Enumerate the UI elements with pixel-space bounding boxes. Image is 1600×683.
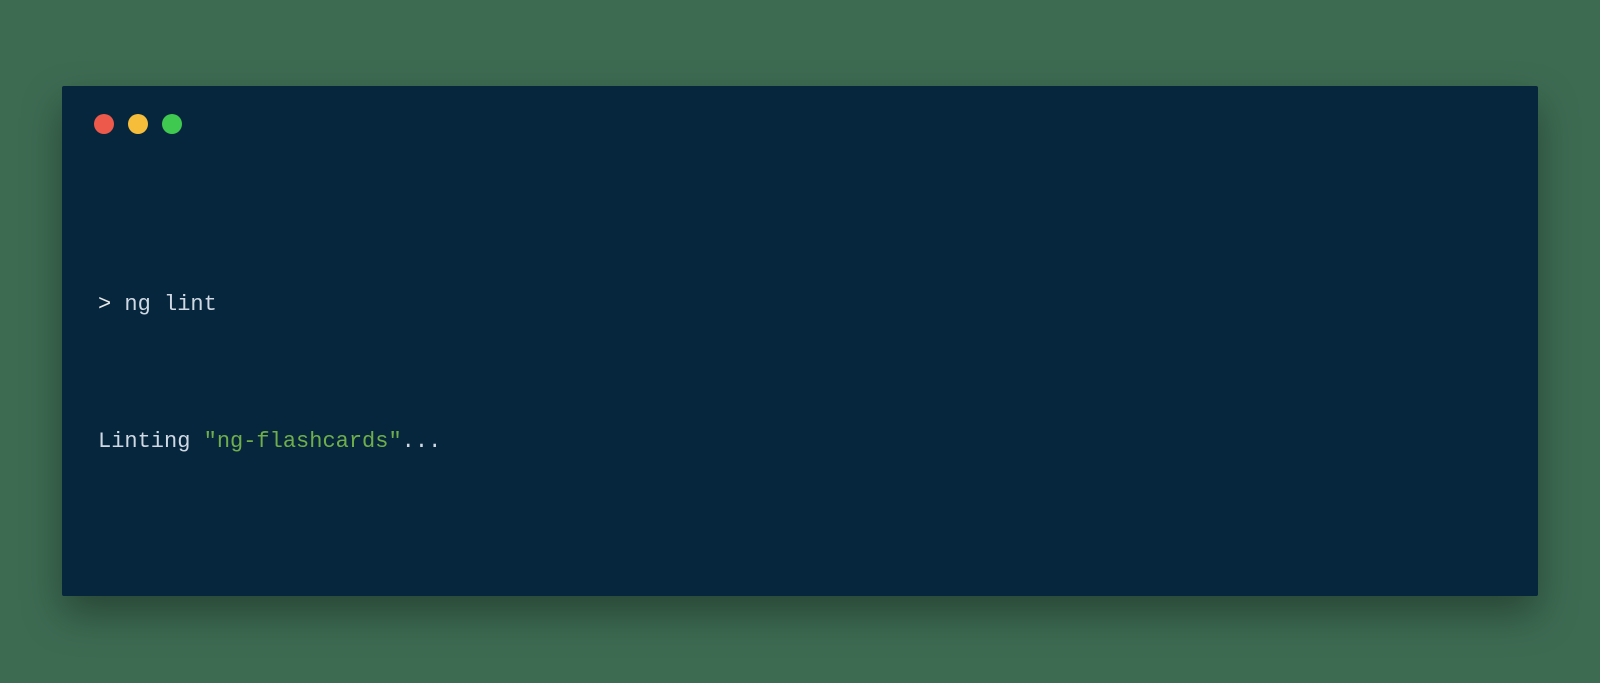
zoom-icon[interactable] bbox=[162, 114, 182, 134]
terminal-window: > ng lint Linting "ng-flashcards"... ERR… bbox=[62, 86, 1538, 596]
word-linting: Linting bbox=[98, 429, 204, 454]
terminal-output: > ng lint Linting "ng-flashcards"... ERR… bbox=[98, 186, 1502, 566]
ellipsis-1: ... bbox=[402, 429, 442, 454]
project-name-1: "ng-flashcards" bbox=[204, 429, 402, 454]
blank-line-1 bbox=[98, 561, 1502, 595]
prompt-symbol: > bbox=[98, 292, 124, 317]
close-icon[interactable] bbox=[94, 114, 114, 134]
minimize-icon[interactable] bbox=[128, 114, 148, 134]
command-text: ng lint bbox=[124, 292, 216, 317]
line-linting-1: Linting "ng-flashcards"... bbox=[98, 425, 1502, 459]
traffic-lights bbox=[94, 114, 182, 134]
line-prompt: > ng lint bbox=[98, 288, 1502, 322]
